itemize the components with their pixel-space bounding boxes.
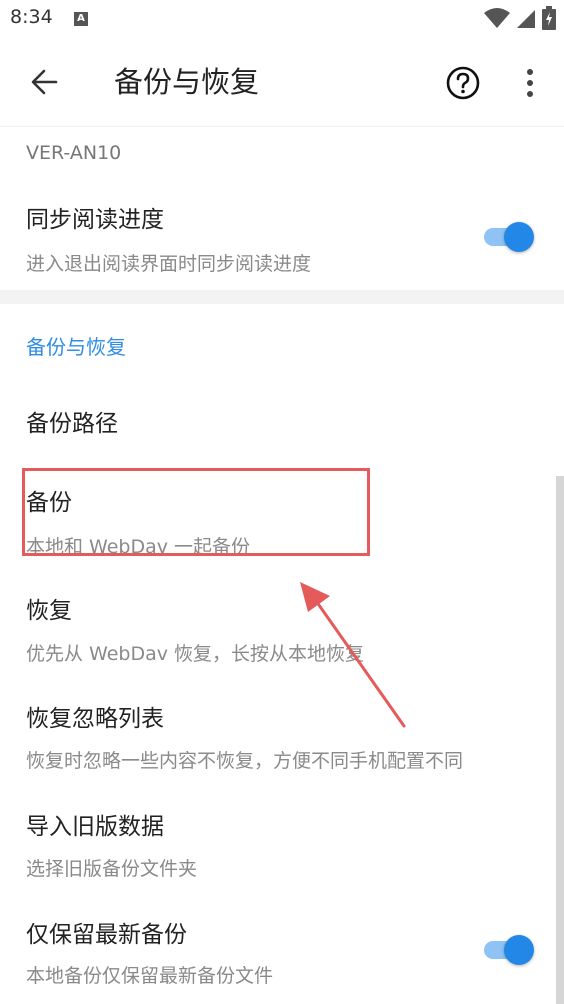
status-bar: 8:34 A — [0, 0, 564, 40]
status-icons — [483, 6, 556, 32]
help-button[interactable] — [440, 60, 486, 106]
keep-latest-switch[interactable] — [484, 935, 534, 965]
restore-ignore-title: 恢复忽略列表 — [26, 706, 164, 732]
status-time: 8:34 — [10, 6, 53, 28]
backup-path-item[interactable]: 备份路径 — [26, 404, 118, 438]
sync-reading-switch[interactable] — [484, 222, 534, 252]
sync-reading-summary: 进入退出阅读界面时同步阅读进度 — [26, 253, 312, 275]
signal-icon — [516, 10, 535, 28]
more-options-button[interactable] — [508, 60, 552, 106]
arrow-left-icon — [31, 69, 58, 95]
more-vertical-icon — [527, 69, 533, 97]
section-header: 备份与恢复 — [26, 335, 126, 359]
page-title: 备份与恢复 — [114, 65, 260, 99]
sync-reading-title: 同步阅读进度 — [26, 207, 164, 233]
highlight-box — [22, 468, 370, 556]
switch-thumb — [504, 935, 534, 965]
import-old-summary: 选择旧版备份文件夹 — [26, 858, 198, 880]
annotation-arrow-icon — [300, 582, 406, 728]
app-bar: 备份与恢复 — [0, 40, 564, 127]
notification-icon: A — [74, 12, 88, 26]
scrollbar[interactable] — [556, 476, 564, 1004]
restore-ignore-summary: 恢复时忽略一些内容不恢复，方便不同手机配置不同 — [26, 750, 464, 772]
question-circle-icon — [446, 66, 480, 100]
import-old-title: 导入旧版数据 — [26, 814, 164, 840]
restore-title: 恢复 — [26, 598, 72, 624]
switch-thumb — [504, 222, 534, 252]
battery-icon — [542, 6, 556, 30]
keep-latest-title: 仅保留最新备份 — [26, 922, 187, 948]
section-divider — [0, 290, 564, 304]
wifi-icon — [483, 8, 510, 28]
keep-latest-summary: 本地备份仅保留最新备份文件 — [26, 965, 274, 987]
back-button[interactable] — [22, 60, 66, 104]
device-name: VER-AN10 — [26, 142, 122, 164]
